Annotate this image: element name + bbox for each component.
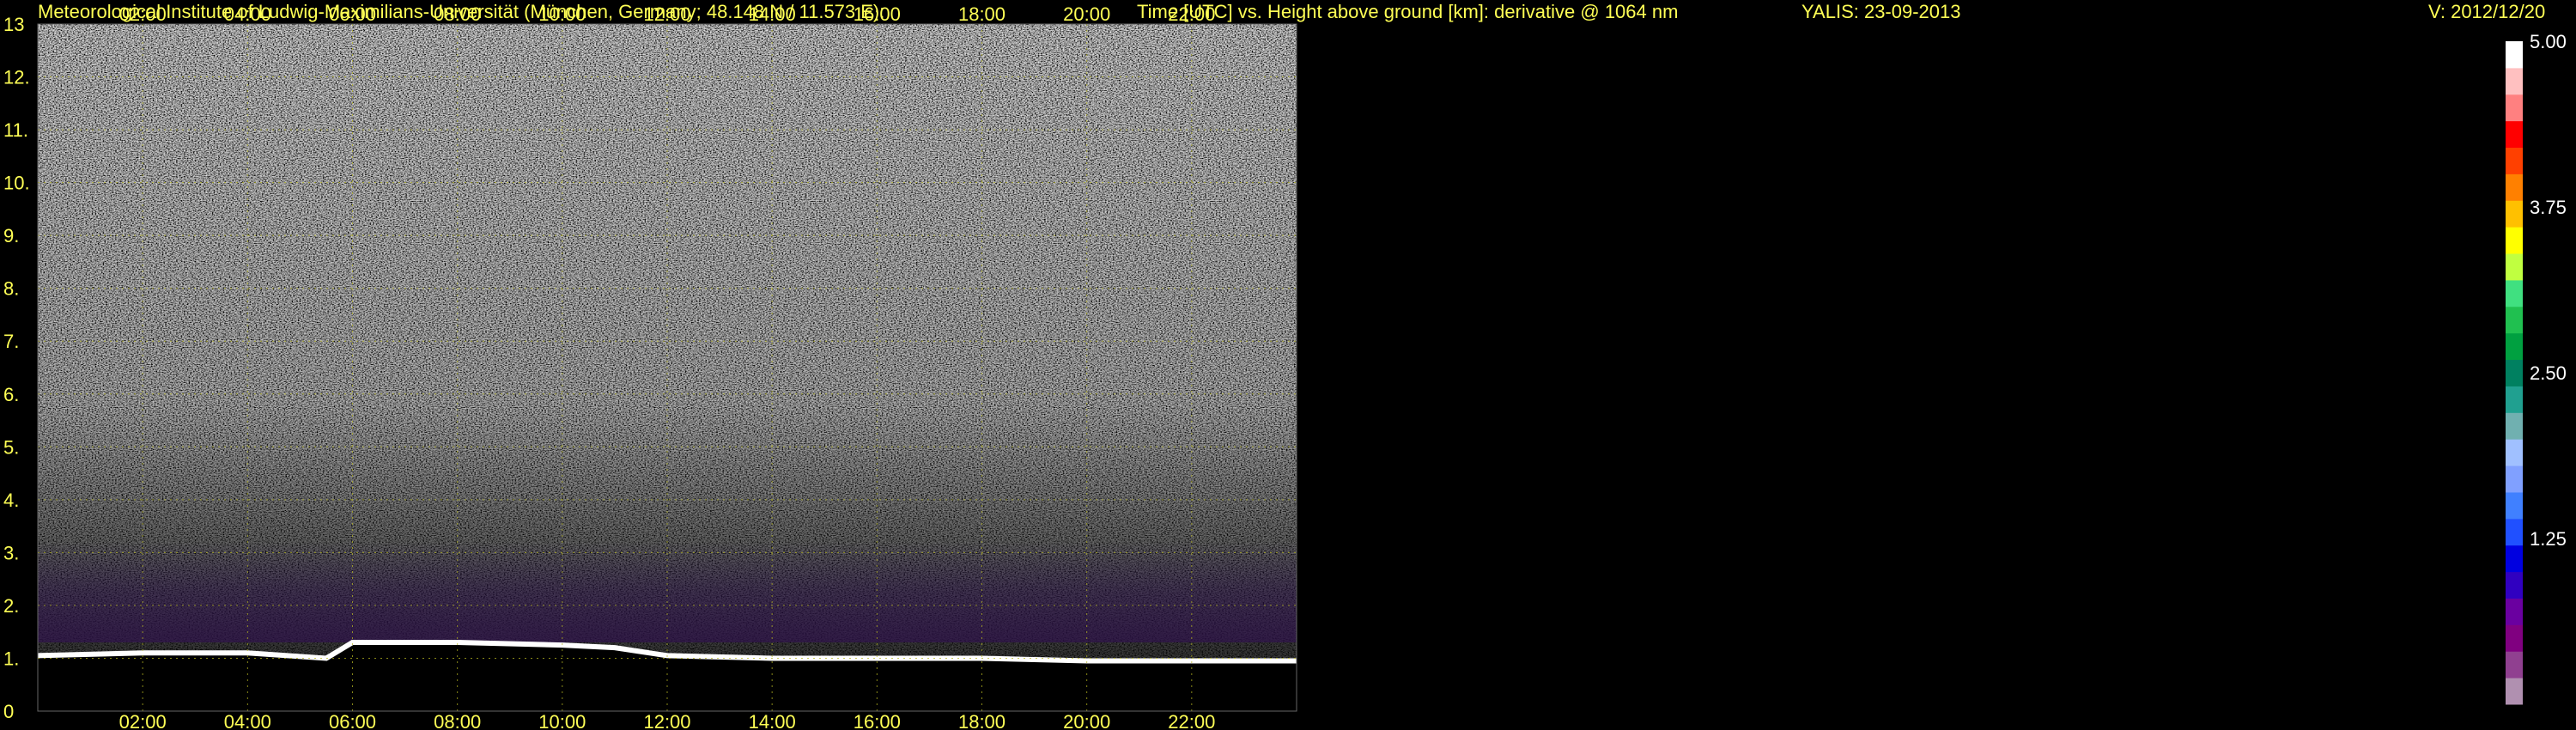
x-tick-label-bottom: 10:00 <box>538 711 586 730</box>
x-tick-label-top: 12:00 <box>643 3 690 25</box>
x-tick-label-top: 04:00 <box>224 3 271 25</box>
colorbar-segment <box>2506 439 2523 466</box>
y-tick-label: 8. <box>3 278 19 300</box>
y-tick-label: 11. <box>3 119 28 141</box>
y-tick-label: 7. <box>3 331 19 352</box>
colorbar-tick-label: 2.50 <box>2530 362 2567 384</box>
colorbar-segment <box>2506 306 2523 334</box>
colorbar-segment <box>2506 598 2523 625</box>
colorbar-segment <box>2506 544 2523 573</box>
y-tick-label: 9. <box>3 225 19 246</box>
colorbar-segment <box>2506 651 2523 678</box>
y-tick-label: 5. <box>3 436 19 458</box>
colorbar-tick-label: 5.00 <box>2530 31 2567 52</box>
y-tick-label: 3. <box>3 542 19 563</box>
x-tick-label-bottom: 18:00 <box>958 711 1005 730</box>
x-tick-label-top: 06:00 <box>329 3 376 25</box>
x-tick-label-top: 10:00 <box>538 3 586 25</box>
y-tick-label: 6. <box>3 384 19 405</box>
colorbar-segment <box>2506 412 2523 440</box>
x-tick-label-top: 22:00 <box>1168 3 1215 25</box>
x-tick-label-bottom: 22:00 <box>1168 711 1215 730</box>
x-tick-label-top: 14:00 <box>749 3 796 25</box>
colorbar-segment <box>2506 491 2523 520</box>
colorbar-segment <box>2506 200 2523 228</box>
y-tick-label: 10. <box>3 173 30 194</box>
y-tick-label: 4. <box>3 490 19 511</box>
x-tick-label-top: 08:00 <box>434 3 481 25</box>
x-tick-label-top: 02:00 <box>119 3 167 25</box>
lidar-chart: 02:00 02:00 04:00 04:00 06:00 06:00 08:00 08:00… <box>3 3 2567 730</box>
colorbar-segment <box>2506 41 2523 69</box>
colorbar-segment <box>2506 332 2523 361</box>
colorbar-tick-label: 1.25 <box>2530 528 2567 550</box>
colorbar-tick-label: 3.75 <box>2530 197 2567 218</box>
colorbar-segment <box>2506 67 2523 95</box>
x-tick-label-bottom: 20:00 <box>1063 711 1110 730</box>
colorbar-segment <box>2506 173 2523 201</box>
colorbar-segment <box>2506 465 2523 493</box>
x-tick-label-top: 20:00 <box>1063 3 1110 25</box>
x-tick-label-bottom: 08:00 <box>434 711 481 730</box>
colorbar-segment <box>2506 386 2523 413</box>
y-tick-label: 1. <box>3 648 19 669</box>
x-tick-label-bottom: 12:00 <box>643 711 690 730</box>
x-tick-label-bottom: 14:00 <box>749 711 796 730</box>
colorbar-segment <box>2506 678 2523 705</box>
x-tick-label-bottom: 04:00 <box>224 711 271 730</box>
colorbar-segment <box>2506 120 2523 149</box>
x-tick-label-bottom: 02:00 <box>119 711 167 730</box>
y-tick-label: 12. <box>3 67 30 88</box>
colorbar-segment <box>2506 253 2523 281</box>
x-tick-label-top: 16:00 <box>854 3 901 25</box>
y-tick-label: 2. <box>3 595 19 617</box>
colorbar-segment <box>2506 624 2523 652</box>
colorbar-segment <box>2506 94 2523 122</box>
y-tick-label: 13 <box>3 14 24 35</box>
colorbar-segment <box>2506 227 2523 254</box>
x-tick-label-bottom: 06:00 <box>329 711 376 730</box>
colorbar-segment <box>2506 359 2523 386</box>
colorbar-segment <box>2506 279 2523 307</box>
colorbar-segment <box>2506 518 2523 546</box>
colorbar-segment <box>2506 147 2523 174</box>
colorbar-segment <box>2506 571 2523 599</box>
x-tick-label-bottom: 16:00 <box>854 711 901 730</box>
x-tick-label-top: 18:00 <box>958 3 1005 25</box>
y-tick-label: 0 <box>3 701 14 722</box>
